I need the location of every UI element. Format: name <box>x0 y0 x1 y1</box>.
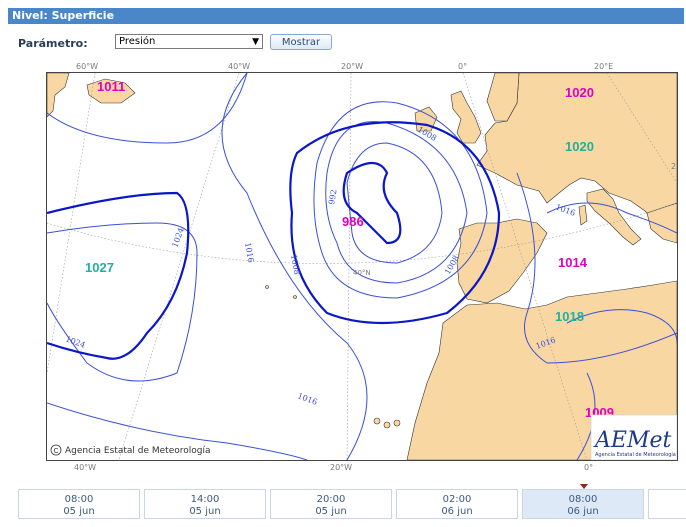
isobar-label: 1016 <box>243 242 255 264</box>
timeline-date: 05 jun <box>63 506 95 517</box>
level-title-bar: Nivel: Superficie <box>8 8 684 24</box>
pressure-value: 1027 <box>85 260 114 275</box>
pressure-value: 1020 <box>565 139 594 154</box>
bottom-lon-label: 40°W <box>74 463 97 472</box>
pressure-value: 986 <box>342 214 364 229</box>
isobar-1020 <box>47 73 248 144</box>
aemet-logo: AEMet Agencia Estatal de Meteorología <box>590 414 677 460</box>
latitude-label: 40°N <box>353 269 371 277</box>
bottom-lon-label: 0° <box>584 463 594 472</box>
timeline-time: 20:00 <box>316 494 346 505</box>
pressure-map-svg: 1024 1024 1016 1008 992 1008 1008 1016 1… <box>47 73 677 460</box>
aemet-logo-subtitle: Agencia Estatal de Meteorología <box>595 451 676 458</box>
timeline-slot[interactable]: 20:00 05 jun <box>270 489 392 519</box>
top-lon-label: 40°W <box>228 62 251 71</box>
copyright-credit: C Agencia Estatal de Meteorología <box>50 444 211 456</box>
timeline-date: 06 jun <box>441 506 473 517</box>
timeline-date: 05 jun <box>189 506 221 517</box>
azores-island <box>265 285 269 289</box>
top-lon-label: 20°E <box>594 62 614 71</box>
timeline-slot[interactable]: 02:00 06 jun <box>396 489 518 519</box>
credit-text: Agencia Estatal de Meteorología <box>65 446 211 456</box>
timeline-time: 08:00 <box>64 494 94 505</box>
azores-island <box>293 295 297 299</box>
bottom-lon-label: 20°W <box>330 463 353 472</box>
pressure-value: 1014 <box>558 255 588 270</box>
meridian-line <box>118 73 240 460</box>
isobar-label: 1024 <box>170 226 185 248</box>
sardinia-landmass <box>578 204 588 226</box>
canary-island <box>393 419 401 427</box>
isobar-label: 1008 <box>289 254 301 276</box>
canary-island <box>383 421 391 429</box>
timeline-slot-next[interactable] <box>648 489 686 519</box>
right-edge-label: 2 <box>671 162 676 171</box>
top-lon-label: 60°W <box>76 62 99 71</box>
greenland-landmass <box>47 73 70 118</box>
isobar-label: 992 <box>327 189 339 206</box>
parameter-label: Parámetro: <box>18 37 88 50</box>
timeline-slot-active[interactable]: 08:00 06 jun <box>522 489 644 519</box>
isobar-label: 1016 <box>296 391 318 406</box>
level-title: Nivel: Superficie <box>12 9 115 22</box>
pressure-value: 1018 <box>555 309 584 324</box>
pressure-value: 1011 <box>97 79 125 94</box>
timeline-time: 08:00 <box>568 494 598 505</box>
isobar-ring-b <box>346 142 443 264</box>
parameter-selected-value: Presión <box>119 36 156 47</box>
timeline-date: 06 jun <box>567 506 599 517</box>
timeline-date: 05 jun <box>315 506 347 517</box>
timeline-slot[interactable]: 14:00 05 jun <box>144 489 266 519</box>
dropdown-arrow-icon: ▼ <box>252 37 259 47</box>
forecast-timeline: 08:00 05 jun 14:00 05 jun 20:00 05 jun 0… <box>18 489 686 521</box>
timeline-time: 02:00 <box>442 494 472 505</box>
parameter-select[interactable]: Presión ▼ <box>115 34 263 49</box>
aemet-logo-text: AEMet <box>593 428 671 453</box>
top-lon-label: 0° <box>458 62 468 71</box>
timeline-slot[interactable]: 08:00 05 jun <box>18 489 140 519</box>
pressure-map: 1024 1024 1016 1008 992 1008 1008 1016 1… <box>46 72 678 461</box>
pressure-value: 1020 <box>565 85 594 100</box>
isobar-label: 1016 <box>554 202 576 217</box>
copyright-symbol: C <box>54 447 59 455</box>
timeline-time: 14:00 <box>190 494 220 505</box>
show-button[interactable]: Mostrar <box>270 34 332 50</box>
canary-island <box>373 417 381 425</box>
top-lon-label: 20°W <box>341 62 364 71</box>
